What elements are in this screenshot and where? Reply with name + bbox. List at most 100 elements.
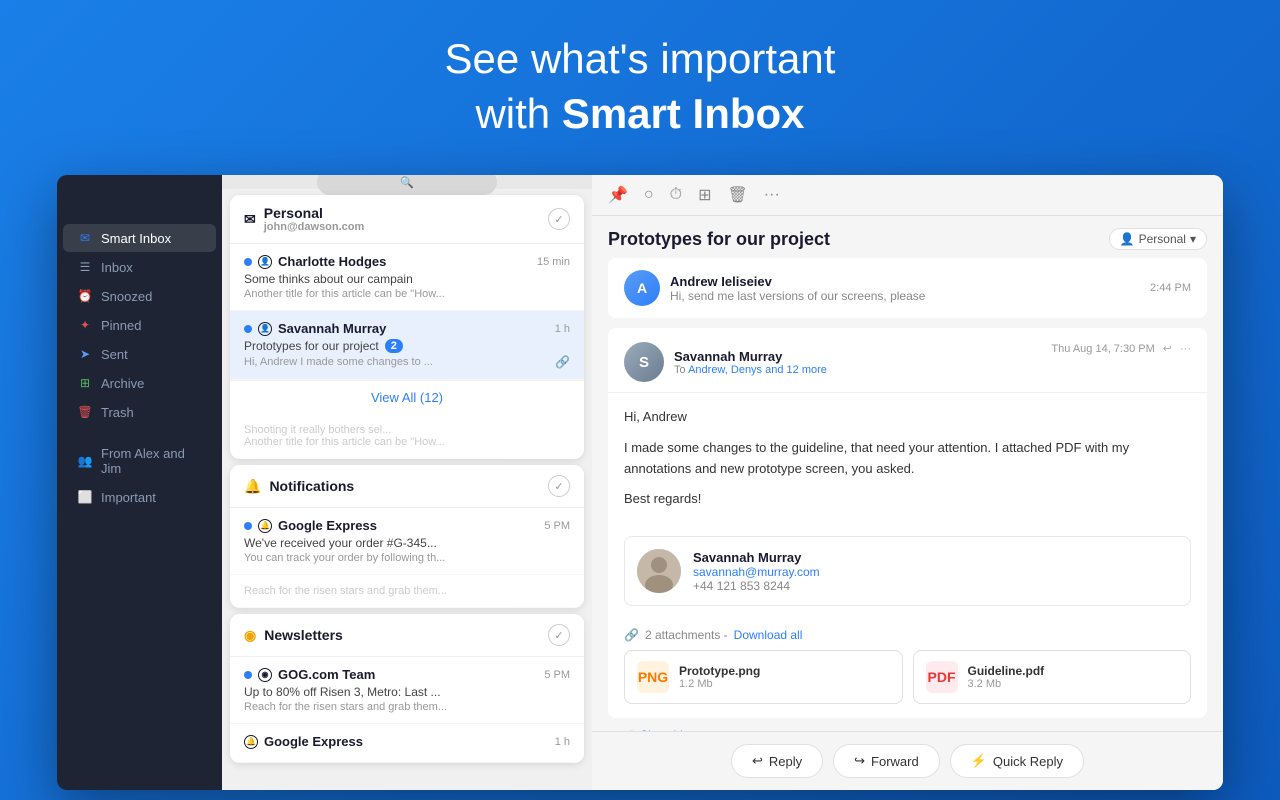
email-item-extra2[interactable]: Reach for the risen stars and grab them.… [230,575,584,608]
sidebar-item-from-alex[interactable]: 👥 From Alex and Jim [63,440,216,482]
sidebar-item-sent[interactable]: ➤ Sent [63,340,216,368]
personal-collapse-btn[interactable]: ✓ [548,208,570,230]
email-preview-google: You can track your order by following th… [244,552,570,564]
sidebar-item-trash[interactable]: 🗑 Trash [63,398,216,426]
notifications-collapse-btn[interactable]: ✓ [548,475,570,497]
search-bar-placeholder[interactable]: 🔍 [400,176,414,189]
unread-indicator-gog [244,671,252,679]
archive-toolbar-icon[interactable]: ⊞ [698,185,711,205]
group-alex-icon: 👥 [77,453,93,469]
download-all-link[interactable]: Download all [734,628,803,642]
clock-icon[interactable]: ⏱ [670,186,682,204]
email-time-gog: 5 PM [544,669,570,681]
newsletters-header: ◉ Newsletters ✓ [230,614,584,657]
view-all-personal[interactable]: View All (12) [230,380,584,414]
email-item-google-express[interactable]: 🔔 Google Express 5 PM We've received you… [230,508,584,575]
to-line-link[interactable]: Andrew, Denys and 12 more [688,364,827,376]
email-list-scroll[interactable]: ✉ Personal john@dawson.com ✓ 👤 [222,189,592,790]
email-item-charlotte[interactable]: 👤 Charlotte Hodges 15 min Some thinks ab… [230,244,584,311]
sidebar: ✉ Smart Inbox ☰ Inbox ⏰ Snoozed ✦ Pinned… [57,175,222,790]
detail-subject-row: Prototypes for our project 👤 Personal ▾ [592,216,1223,258]
email-time-savannah: 1 h [555,323,570,335]
sender-avatar-google: 🔔 [258,519,272,533]
notifications-section: 🔔 Notifications ✓ 🔔 Google Express 5 PM [230,465,584,608]
sender-card-email[interactable]: savannah@murray.com [693,565,820,579]
unread-indicator-google [244,522,252,530]
email-thread[interactable]: A Andrew Ieliseiev Hi, send me last vers… [592,258,1223,731]
thread-preview-andrew[interactable]: A Andrew Ieliseiev Hi, send me last vers… [608,258,1207,318]
thread-sender-andrew: Andrew Ieliseiev [670,274,925,289]
quick-reply-icon: ⚡ [971,753,987,769]
rss-icon: ◉ [244,627,256,644]
forward-icon: ↪ [854,753,865,769]
email-preview-charlotte: Another title for this article can be "H… [244,288,570,300]
sidebar-label-sent: Sent [101,347,202,362]
attachment-pdf[interactable]: PDF Guideline.pdf 3.2 Mb [913,650,1192,704]
personal-subtitle: john@dawson.com [264,221,365,233]
hero-line2-bold: Smart Inbox [562,90,805,137]
attachment-png[interactable]: PNG Prototype.png 1.2 Mb [624,650,903,704]
email-item-savannah[interactable]: 👤 Savannah Murray 1 h Prototypes for our… [230,311,584,380]
email-subject-savannah: Prototypes for our project 2 [244,339,570,353]
sidebar-item-pinned[interactable]: ✦ Pinned [63,311,216,339]
sidebar-label-smart-inbox: Smart Inbox [101,231,202,246]
reply-inline-icon[interactable]: ↩ [1163,342,1172,355]
sidebar-label-trash: Trash [101,405,202,420]
hero-line2-regular: with [475,90,561,137]
thread-preview-text-andrew: Hi, send me last versions of our screens… [670,289,925,303]
sidebar-label-archive: Archive [101,376,202,391]
important-icon: ⬜ [77,489,93,505]
email-greeting: Hi, Andrew [624,407,1191,428]
email-subject-google: We've received your order #G-345... [244,536,570,550]
email-body-header: S Savannah Murray To Andrew, Denys and 1… [608,328,1207,393]
circle-icon[interactable]: ○ [644,186,654,204]
unread-badge-savannah: 2 [385,339,403,353]
reply-label: Reply [769,754,802,769]
forward-button[interactable]: ↪ Forward [833,744,940,778]
pin-icon[interactable]: 📌 [608,185,628,205]
sidebar-item-inbox[interactable]: ☰ Inbox [63,253,216,281]
sender-contact-card: Savannah Murray savannah@murray.com +44 … [624,536,1191,606]
sender-card-phone: +44 121 853 8244 [693,579,820,593]
newsletters-collapse-btn[interactable]: ✓ [548,624,570,646]
sidebar-nav: ✉ Smart Inbox ☰ Inbox ⏰ Snoozed ✦ Pinned… [57,215,222,520]
avatar-savannah: S [624,342,664,382]
sender-avatar-gog: ◉ [258,668,272,682]
detail-panel: 📌 ○ ⏱ ⊞ 🗑 ··· Prototypes for our project… [592,175,1223,790]
pinned-icon: ✦ [77,317,93,333]
paperclip-icon: 🔗 [624,628,639,642]
more-icon[interactable]: ··· [764,186,780,204]
attachments-list: PNG Prototype.png 1.2 Mb PDF Guideline.p… [624,650,1191,704]
sidebar-item-smart-inbox[interactable]: ✉ Smart Inbox [63,224,216,252]
newsletters-section: ◉ Newsletters ✓ ◉ GOG.com Team 5 PM [230,614,584,763]
sidebar-item-important[interactable]: ⬜ Important [63,483,216,511]
email-sender-name: Savannah Murray [674,349,827,364]
attachment-png-size: 1.2 Mb [679,678,760,690]
attachment-indicator-savannah: 🔗 [555,355,570,369]
email-item-extra[interactable]: Shooting it really bothers sel... Anothe… [230,414,584,459]
sender-name-google2: Google Express [264,734,363,749]
personal-badge: 👤 Personal ▾ [1109,228,1207,250]
sidebar-item-archive[interactable]: ⊞ Archive [63,369,216,397]
sender-card-name: Savannah Murray [693,550,820,565]
quick-reply-button[interactable]: ⚡ Quick Reply [950,744,1084,778]
personal-icon: ✉ [244,211,256,228]
attachment-pdf-name: Guideline.pdf [968,664,1045,678]
sidebar-label-pinned: Pinned [101,318,202,333]
email-subject-charlotte: Some thinks about our campain [244,272,570,286]
sidebar-item-snoozed[interactable]: ⏰ Snoozed [63,282,216,310]
show-history-btn[interactable]: ↺ Show history [608,718,1207,731]
reply-button[interactable]: ↩ Reply [731,744,823,778]
trash-toolbar-icon[interactable]: 🗑 [727,185,747,205]
unread-indicator-savannah [244,325,252,333]
email-item-gog[interactable]: ◉ GOG.com Team 5 PM Up to 80% off Risen … [230,657,584,724]
sender-name-charlotte: Charlotte Hodges [278,254,386,269]
bell-icon: 🔔 [244,478,261,495]
email-time-charlotte: 15 min [537,256,570,268]
more-email-icon[interactable]: ··· [1180,343,1191,355]
email-item-google-express2[interactable]: 🔔 Google Express 1 h [230,724,584,763]
email-time-google: 5 PM [544,520,570,532]
app-window: ✉ Smart Inbox ☰ Inbox ⏰ Snoozed ✦ Pinned… [57,175,1223,790]
quick-reply-label: Quick Reply [993,754,1063,769]
email-preview-savannah: Hi, Andrew I made some changes to ... [244,356,433,368]
